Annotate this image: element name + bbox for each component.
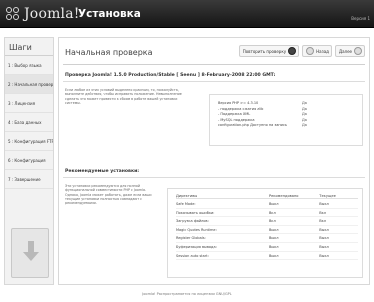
back-button[interactable]: Назад [302, 45, 332, 57]
table-header: Директивы Рекомендовано Текущее [176, 193, 358, 199]
joomla-logo: Joomla! [5, 4, 80, 24]
recommended-divider [63, 177, 365, 178]
next-arrow-icon [354, 47, 362, 55]
app-title: Установка [78, 8, 141, 20]
step-precheck[interactable]: 2 : Начальная проверка [5, 75, 53, 94]
next-label: Далее [338, 48, 352, 54]
steps-heading: Шаги [5, 38, 53, 56]
title-divider [63, 64, 365, 65]
table-row: Safe Mode: Выкл Выкл [176, 200, 358, 209]
table-row: Magic Quotes Runtime: Выкл Выкл [176, 226, 358, 235]
step-ftp-config[interactable]: 5 : Конфигурация FTP [5, 132, 53, 151]
app-header: Joomla! Установка Версия 1 [0, 0, 374, 28]
step-database[interactable]: 4 : База данных [5, 113, 53, 132]
page-title: Начальная проверка [65, 48, 153, 57]
install-arrow-graphic [11, 228, 49, 278]
recheck-label: Повторить проверку [242, 48, 287, 54]
next-button[interactable]: Далее [334, 45, 365, 57]
step-language[interactable]: 1 : Выбор языка [5, 56, 53, 75]
joomla-logo-icon [5, 6, 21, 22]
refresh-icon [288, 47, 297, 55]
precheck-divider [63, 81, 365, 82]
step-finish[interactable]: 7 : Завершение [5, 170, 53, 189]
logo-text: Joomla! [24, 6, 80, 22]
step-license[interactable]: 3 : Лицензия [5, 94, 53, 113]
toolbar: Повторить проверку Назад Далее [238, 45, 365, 57]
version-label: Версия 1 [351, 16, 370, 21]
recommended-description: Эти установки рекомендуются для полной ф… [65, 184, 152, 206]
precheck-description: Если любое из этих условий выделено крас… [65, 88, 182, 105]
precheck-title: Проверка Joomla! 1.5.0 Production/Stable… [65, 73, 276, 78]
table-row: Session auto start: Выкл Выкл [176, 252, 358, 261]
table-row: Register Globals: Выкл Выкл [176, 234, 358, 243]
back-arrow-icon [306, 47, 315, 55]
precheck-table: Версия PHP >= 4.3.10 Да - поддержка сжат… [209, 94, 363, 146]
table-row: Буферизация вывода: Выкл Выкл [176, 243, 358, 252]
main-panel: Начальная проверка Повторить проверку На… [58, 37, 370, 285]
recommended-title: Рекомендуемые установки: [65, 169, 140, 174]
table-row: Загрузка файлов: Вкл Вкл [176, 217, 358, 226]
recommended-table: Директивы Рекомендовано Текущее Safe Mod… [167, 188, 363, 278]
table-row: Показывать ошибки: Вкл Вкл [176, 209, 358, 218]
step-configuration[interactable]: 6 : Конфигурация [5, 151, 53, 170]
table-row: configuration.php Доступно на запись Да [218, 123, 307, 127]
steps-sidebar: Шаги 1 : Выбор языка 2 : Начальная прове… [4, 37, 54, 285]
recheck-button[interactable]: Повторить проверку [238, 45, 300, 57]
down-arrow-icon [23, 241, 39, 263]
back-label: Назад [316, 48, 329, 54]
footer-license: Joomla! Распространяется по лицензии GNU… [142, 292, 232, 296]
